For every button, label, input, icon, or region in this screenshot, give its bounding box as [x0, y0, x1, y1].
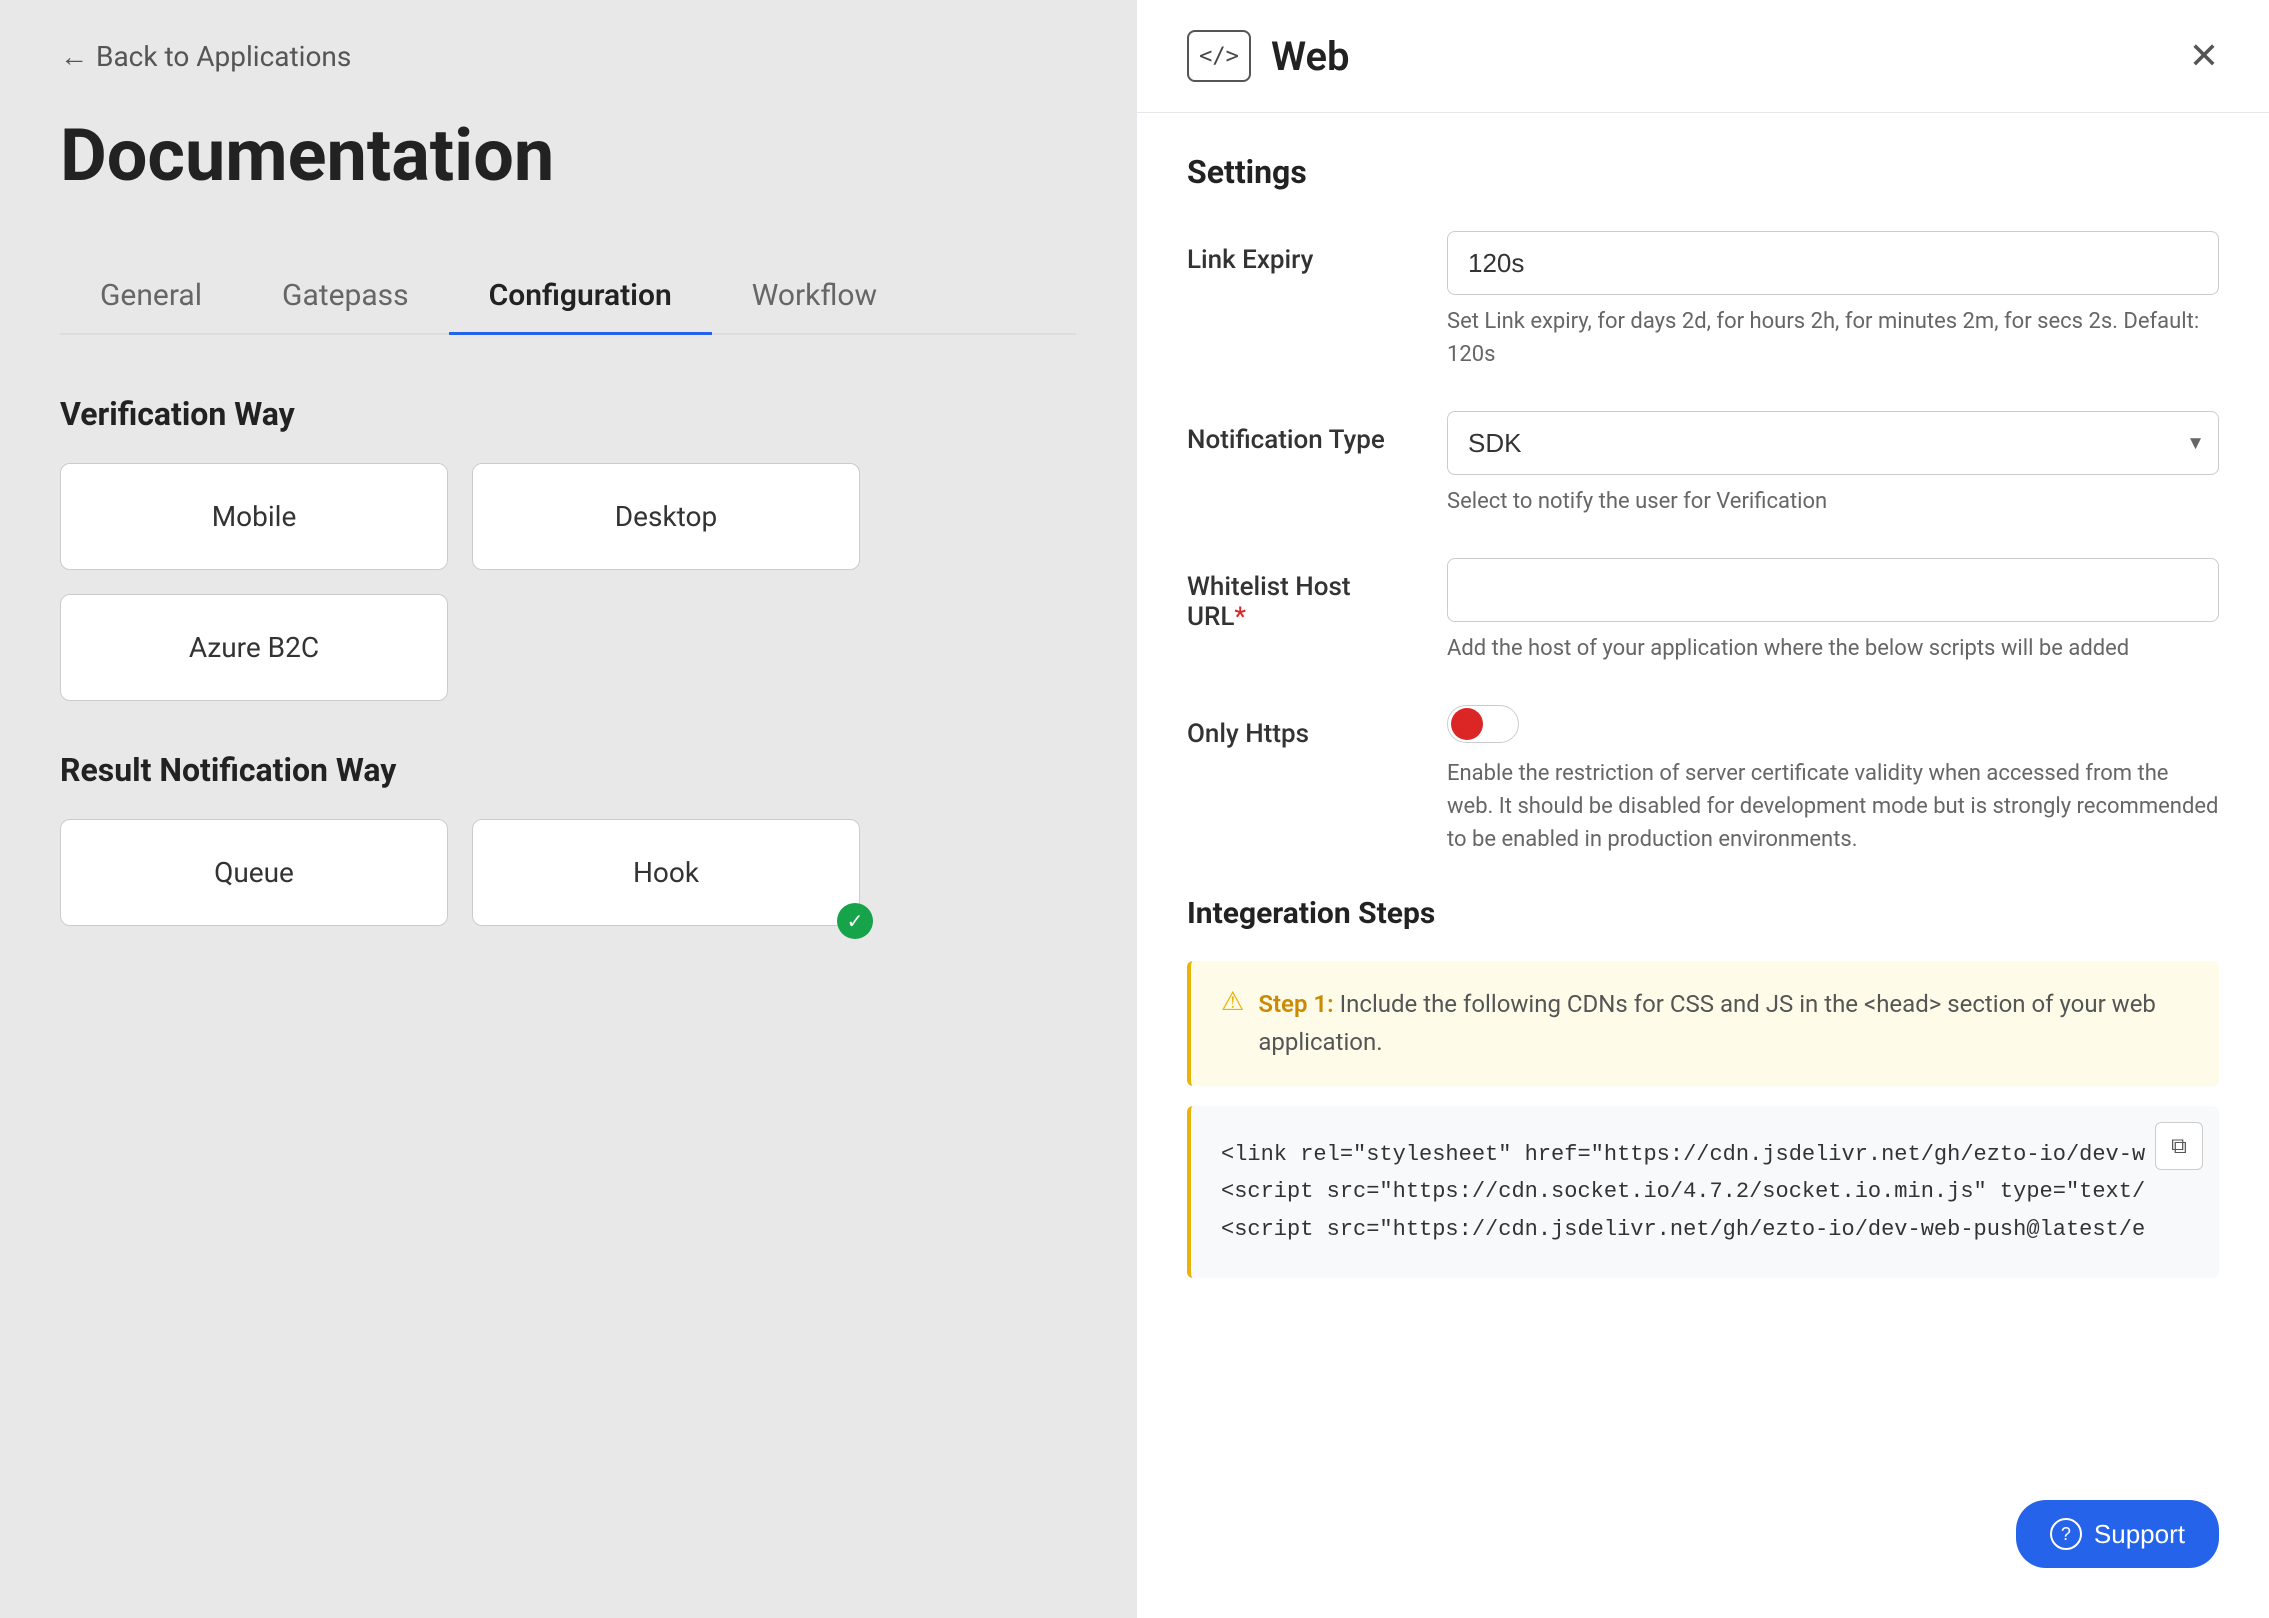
tabs-container: General Gatepass Configuration Workflow	[60, 258, 1076, 335]
code-line-3: <script src="https://cdn.jsdelivr.net/gh…	[1221, 1211, 2189, 1248]
support-button[interactable]: ? Support	[2016, 1500, 2219, 1568]
whitelist-url-label: Whitelist Host URL*	[1187, 558, 1407, 632]
settings-heading: Settings	[1187, 153, 2219, 191]
notification-type-field: SDK Push Email ▾ Select to notify the us…	[1447, 411, 2219, 518]
toggle-thumb	[1451, 708, 1483, 740]
drawer-panel: </> Web ✕ Settings Link Expiry Set Link …	[1136, 0, 2269, 1618]
notification-type-select-wrapper: SDK Push Email ▾	[1447, 411, 2219, 475]
only-https-field: Enable the restriction of server certifi…	[1447, 705, 2219, 856]
notification-type-row: Notification Type SDK Push Email ▾ Selec…	[1187, 411, 2219, 518]
whitelist-url-field: Add the host of your application where t…	[1447, 558, 2219, 665]
link-expiry-field: Set Link expiry, for days 2d, for hours …	[1447, 231, 2219, 371]
notification-cards-grid: Queue Hook ✓	[60, 819, 860, 926]
drawer-header: </> Web ✕	[1137, 0, 2269, 113]
verification-section-title: Verification Way	[60, 395, 1076, 433]
verification-cards-grid: Mobile Desktop Azure B2C	[60, 463, 860, 701]
code-line-1: <link rel="stylesheet" href="https://cdn…	[1221, 1136, 2189, 1173]
card-desktop[interactable]: Desktop	[472, 463, 860, 570]
tab-gatepass[interactable]: Gatepass	[242, 258, 449, 333]
left-panel: ← Back to Applications Documentation Gen…	[0, 0, 1136, 1618]
whitelist-url-hint: Add the host of your application where t…	[1447, 632, 2219, 665]
notification-type-label: Notification Type	[1187, 411, 1407, 455]
drawer-body: Settings Link Expiry Set Link expiry, fo…	[1137, 113, 2269, 1618]
tab-configuration[interactable]: Configuration	[449, 258, 712, 333]
back-arrow-icon: ←	[60, 40, 88, 73]
whitelist-url-input[interactable]	[1447, 558, 2219, 622]
card-mobile[interactable]: Mobile	[60, 463, 448, 570]
link-expiry-hint: Set Link expiry, for days 2d, for hours …	[1447, 305, 2219, 371]
support-icon: ?	[2050, 1518, 2082, 1550]
tab-workflow[interactable]: Workflow	[712, 258, 917, 333]
code-block: ⧉ <link rel="stylesheet" href="https://c…	[1187, 1106, 2219, 1278]
only-https-hint: Enable the restriction of server certifi…	[1447, 757, 2219, 856]
code-line-2: <script src="https://cdn.socket.io/4.7.2…	[1221, 1173, 2189, 1210]
integration-heading: Integeration Steps	[1187, 896, 2219, 931]
notification-section: Result Notification Way Queue Hook ✓	[60, 751, 1076, 926]
only-https-toggle-wrapper	[1447, 705, 2219, 743]
drawer-title: Web	[1271, 33, 1350, 80]
notification-type-hint: Select to notify the user for Verificati…	[1447, 485, 2219, 518]
only-https-label: Only Https	[1187, 705, 1407, 749]
page-title: Documentation	[60, 113, 1076, 198]
step1-banner: ⚠ Step 1: Include the following CDNs for…	[1187, 961, 2219, 1086]
card-azure-b2c[interactable]: Azure B2C	[60, 594, 448, 701]
step1-text: Step 1: Include the following CDNs for C…	[1258, 985, 2189, 1062]
notification-type-select[interactable]: SDK Push Email	[1447, 411, 2219, 475]
notification-section-title: Result Notification Way	[60, 751, 1076, 789]
link-expiry-label: Link Expiry	[1187, 231, 1407, 275]
drawer-title-group: </> Web	[1187, 30, 1350, 82]
step1-content: Include the following CDNs for CSS and J…	[1258, 990, 2156, 1056]
support-label: Support	[2094, 1519, 2185, 1550]
verification-section: Verification Way Mobile Desktop Azure B2…	[60, 395, 1076, 701]
tab-general[interactable]: General	[60, 258, 242, 333]
copy-icon: ⧉	[2171, 1133, 2187, 1159]
copy-icon-button[interactable]: ⧉	[2155, 1122, 2203, 1170]
only-https-toggle[interactable]	[1447, 705, 1519, 743]
card-queue[interactable]: Queue	[60, 819, 448, 926]
warning-icon: ⚠	[1221, 987, 1244, 1017]
close-button[interactable]: ✕	[2189, 38, 2219, 74]
link-expiry-input[interactable]	[1447, 231, 2219, 295]
required-asterisk: *	[1234, 602, 1246, 632]
card-hook[interactable]: Hook ✓	[472, 819, 860, 926]
check-icon: ✓	[837, 903, 873, 939]
whitelist-url-row: Whitelist Host URL* Add the host of your…	[1187, 558, 2219, 665]
only-https-row: Only Https Enable the restriction of ser…	[1187, 705, 2219, 856]
back-link-label: Back to Applications	[96, 40, 351, 73]
code-icon: </>	[1199, 44, 1239, 69]
code-icon-box: </>	[1187, 30, 1251, 82]
link-expiry-row: Link Expiry Set Link expiry, for days 2d…	[1187, 231, 2219, 371]
step1-label: Step 1:	[1258, 990, 1333, 1018]
back-link[interactable]: ← Back to Applications	[60, 40, 1076, 73]
